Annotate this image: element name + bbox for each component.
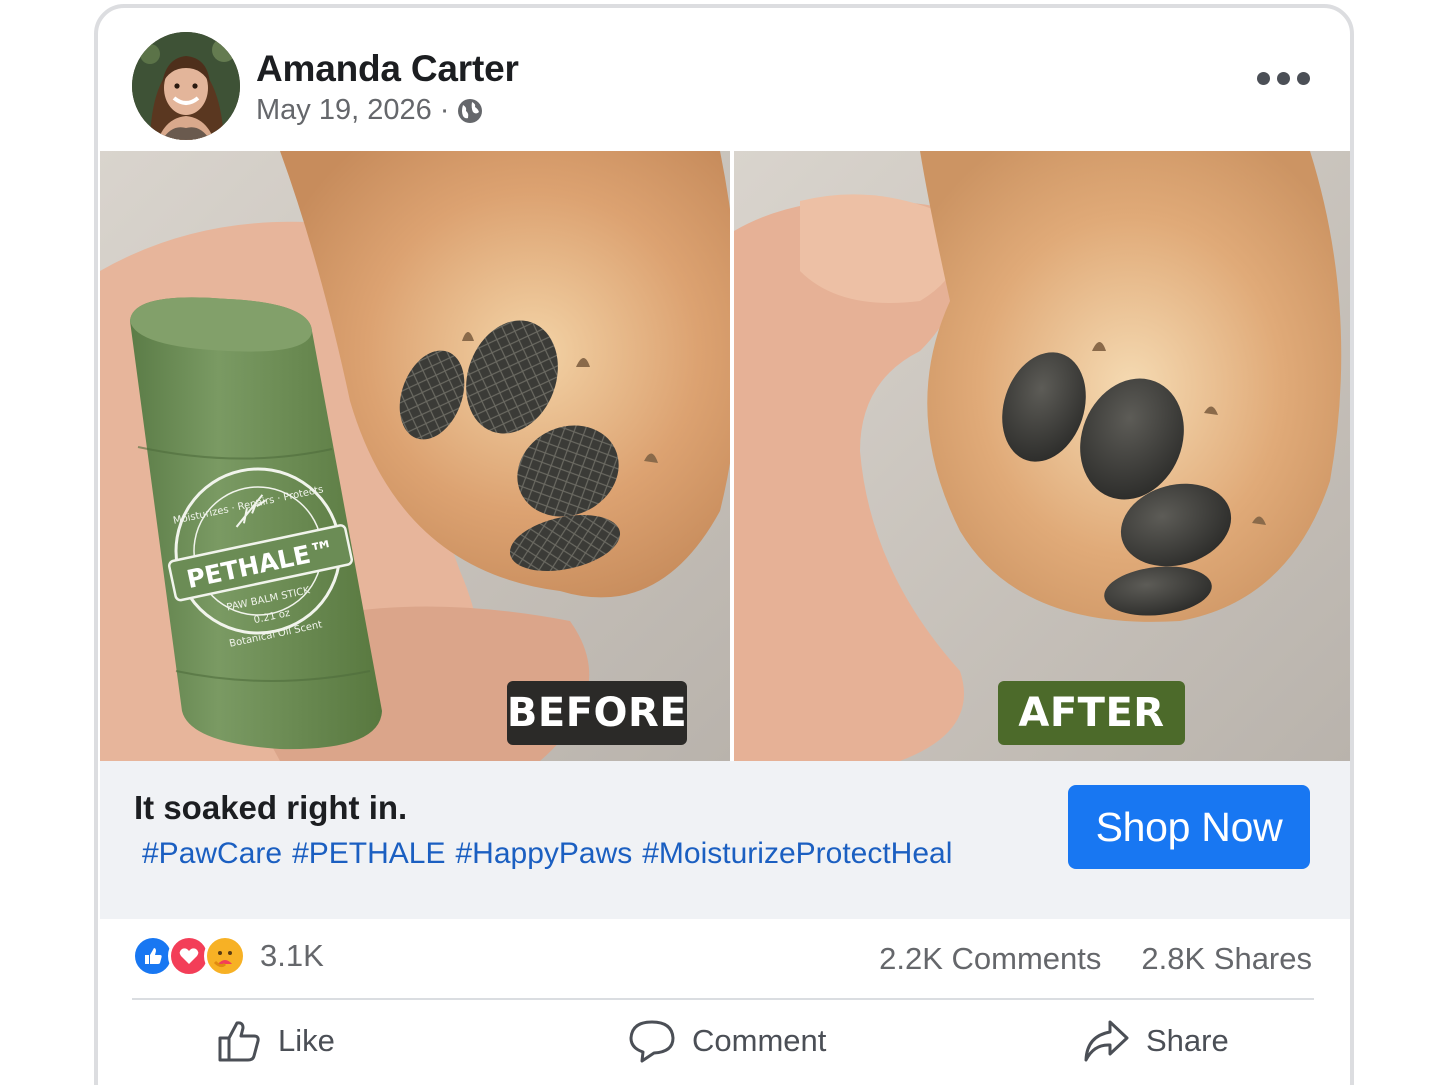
share-button[interactable]: Share <box>1082 1018 1229 1064</box>
share-count[interactable]: 2.8K Shares <box>1141 941 1312 977</box>
thumbs-up-icon <box>218 1021 260 1062</box>
stats-divider <box>132 998 1314 1000</box>
post-date[interactable]: May 19, 2026 <box>256 94 432 127</box>
hashtag-happypaws[interactable]: #HappyPaws <box>455 837 632 871</box>
comment-count[interactable]: 2.2K Comments <box>879 941 1101 977</box>
caption-area: It soaked right in. #PawCare #PETHALE #H… <box>100 761 1350 919</box>
author-name[interactable]: Amanda Carter <box>256 48 519 90</box>
shop-now-button[interactable]: Shop Now <box>1068 785 1310 869</box>
hashtag-moisturizeprotectheal[interactable]: #MoisturizeProtectHeal <box>642 837 952 871</box>
post-card: Amanda Carter May 19, 2026 · PETHALE™ PA… <box>94 4 1354 1085</box>
more-options-button[interactable] <box>1257 72 1310 85</box>
like-label: Like <box>278 1023 335 1058</box>
comment-label: Comment <box>692 1023 827 1058</box>
globe-icon <box>458 98 483 123</box>
engagement-counts: 2.2K Comments 2.8K Shares <box>879 941 1312 977</box>
meta-separator: · <box>439 94 450 126</box>
after-label: AFTER <box>998 681 1185 745</box>
comment-button[interactable]: Comment <box>628 1018 826 1064</box>
care-icon <box>204 935 246 977</box>
caption-title: It soaked right in. <box>134 789 408 826</box>
more-options-icon <box>1257 72 1270 85</box>
hashtag-pethale[interactable]: #PETHALE <box>292 837 445 871</box>
reaction-count[interactable]: 3.1K <box>260 938 324 974</box>
author-avatar[interactable] <box>132 32 240 140</box>
reactions-summary[interactable]: 3.1K <box>132 935 324 977</box>
like-button[interactable]: Like <box>216 1018 335 1064</box>
share-arrow-icon <box>1084 1020 1129 1062</box>
before-after-photo[interactable]: PETHALE™ PAW BALM STICK 0.21 oz Moisturi… <box>100 151 1350 761</box>
hashtag-pawcare[interactable]: #PawCare <box>142 837 282 871</box>
share-label: Share <box>1146 1023 1229 1058</box>
comment-bubble-icon <box>629 1020 675 1063</box>
hashtag-list: #PawCare #PETHALE #HappyPaws #Moisturize… <box>142 837 952 871</box>
post-meta: May 19, 2026 · <box>256 94 483 127</box>
before-label: BEFORE <box>507 681 687 745</box>
